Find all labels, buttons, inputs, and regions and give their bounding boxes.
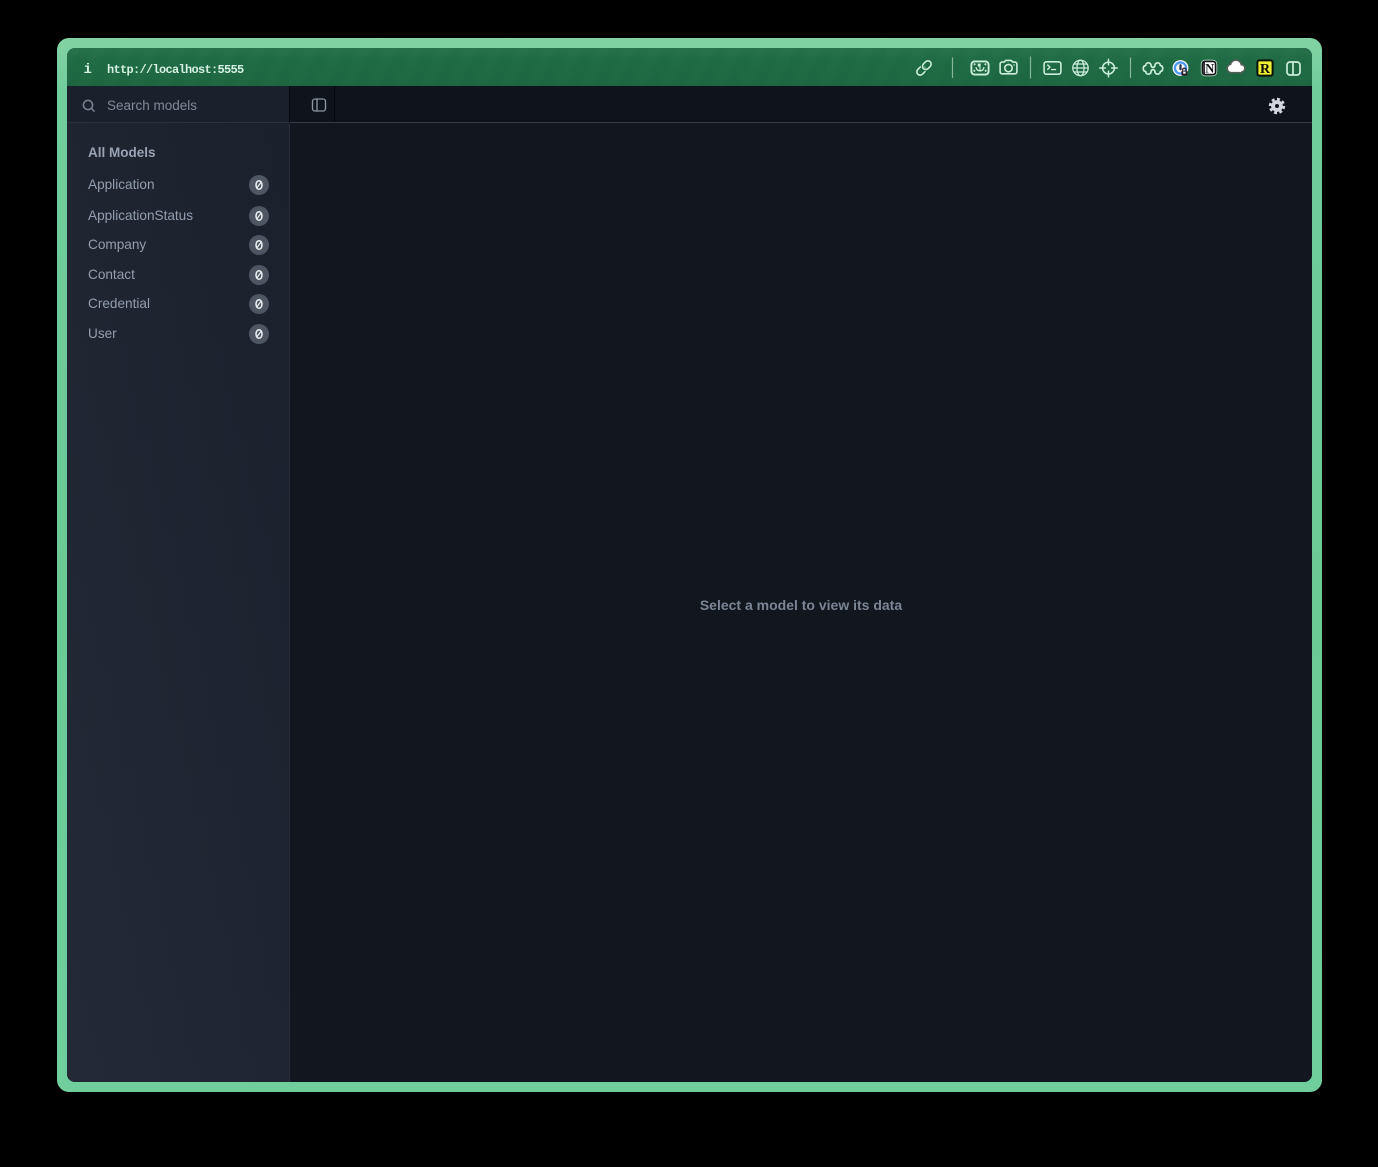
- svg-text:N: N: [1205, 62, 1214, 76]
- svg-text:R: R: [1260, 62, 1271, 77]
